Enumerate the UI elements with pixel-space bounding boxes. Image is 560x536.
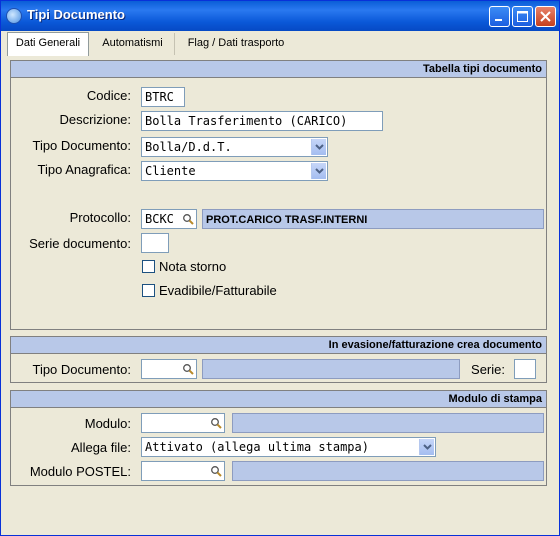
close-button[interactable] bbox=[535, 6, 556, 27]
tipo-documento-select[interactable]: Bolla/D.d.T. bbox=[141, 137, 328, 157]
protocollo-code-value: BCKC bbox=[145, 212, 174, 226]
serie-documento-label: Serie documento: bbox=[29, 236, 131, 251]
tipo-anagrafica-label: Tipo Anagrafica: bbox=[37, 162, 131, 177]
codice-label: Codice: bbox=[86, 88, 131, 103]
protocollo-code-field[interactable]: BCKC bbox=[141, 209, 197, 229]
tipo-anagrafica-select[interactable]: Cliente bbox=[141, 161, 328, 181]
dropdown-button[interactable] bbox=[311, 163, 326, 179]
dropdown-button[interactable] bbox=[419, 439, 434, 455]
search-icon[interactable] bbox=[182, 213, 194, 225]
allega-file-value: Attivato (allega ultima stampa) bbox=[145, 440, 369, 454]
serie-documento-field[interactable] bbox=[141, 233, 169, 253]
maximize-icon bbox=[517, 11, 528, 22]
window-title: Tipi Documento bbox=[27, 7, 125, 22]
allega-file-select[interactable]: Attivato (allega ultima stampa) bbox=[141, 437, 436, 457]
modulo-label: Modulo: bbox=[84, 416, 131, 431]
descrizione-label: Descrizione: bbox=[59, 112, 131, 127]
tab-flag-dati-trasporto[interactable]: Flag / Dati trasporto bbox=[177, 33, 295, 55]
modulo-field[interactable] bbox=[141, 413, 225, 433]
serie-label: Serie: bbox=[471, 362, 505, 377]
search-icon[interactable] bbox=[210, 417, 222, 429]
modulo-postel-description-field bbox=[232, 461, 544, 481]
minimize-icon bbox=[495, 19, 502, 21]
search-icon[interactable] bbox=[210, 465, 222, 477]
codice-field[interactable]: BTRC bbox=[141, 87, 185, 107]
tipo-anagrafica-value: Cliente bbox=[145, 164, 196, 178]
tab-automatismi[interactable]: Automatismi bbox=[91, 33, 175, 55]
nota-storno-checkbox[interactable] bbox=[142, 260, 155, 273]
section-header: Tabella tipi documento bbox=[11, 61, 546, 78]
chevron-down-icon bbox=[315, 168, 324, 174]
evasione-tipo-documento-label: Tipo Documento: bbox=[32, 362, 131, 377]
protocollo-description-field: PROT.CARICO TRASF.INTERNI bbox=[202, 209, 544, 229]
protocollo-label: Protocollo: bbox=[69, 210, 131, 225]
modulo-postel-field[interactable] bbox=[141, 461, 225, 481]
tipi-documento-window: Tipi Documento Dati Generali Automatismi… bbox=[0, 0, 560, 536]
tipo-documento-value: Bolla/D.d.T. bbox=[145, 140, 232, 154]
minimize-button[interactable] bbox=[489, 6, 510, 27]
chevron-down-icon bbox=[315, 144, 324, 150]
search-icon[interactable] bbox=[182, 363, 194, 375]
modulo-description-field bbox=[232, 413, 544, 433]
descrizione-field[interactable]: Bolla Trasferimento (CARICO) bbox=[141, 111, 383, 131]
close-icon bbox=[540, 11, 551, 22]
evasione-description-field bbox=[202, 359, 460, 379]
modulo-postel-label: Modulo POSTEL: bbox=[29, 464, 131, 479]
maximize-button[interactable] bbox=[512, 6, 533, 27]
title-bar[interactable]: Tipi Documento bbox=[1, 1, 559, 31]
section-header: In evasione/fatturazione crea documento bbox=[11, 337, 546, 354]
section-header: Modulo di stampa bbox=[11, 391, 546, 408]
chevron-down-icon bbox=[423, 444, 432, 450]
tab-bar: Dati Generali Automatismi Flag / Dati tr… bbox=[1, 31, 559, 56]
evasione-tipo-documento-field[interactable] bbox=[141, 359, 197, 379]
serie-field[interactable] bbox=[514, 359, 536, 379]
protocollo-description-value: PROT.CARICO TRASF.INTERNI bbox=[206, 214, 368, 226]
allega-file-label: Allega file: bbox=[71, 440, 131, 455]
evadibile-fatturabile-label: Evadibile/Fatturabile bbox=[159, 283, 277, 298]
app-icon bbox=[6, 8, 22, 24]
tipo-documento-label: Tipo Documento: bbox=[32, 138, 131, 153]
tab-dati-generali[interactable]: Dati Generali bbox=[7, 32, 89, 56]
nota-storno-label: Nota storno bbox=[159, 259, 227, 274]
dropdown-button[interactable] bbox=[311, 139, 326, 155]
evadibile-fatturabile-checkbox[interactable] bbox=[142, 284, 155, 297]
